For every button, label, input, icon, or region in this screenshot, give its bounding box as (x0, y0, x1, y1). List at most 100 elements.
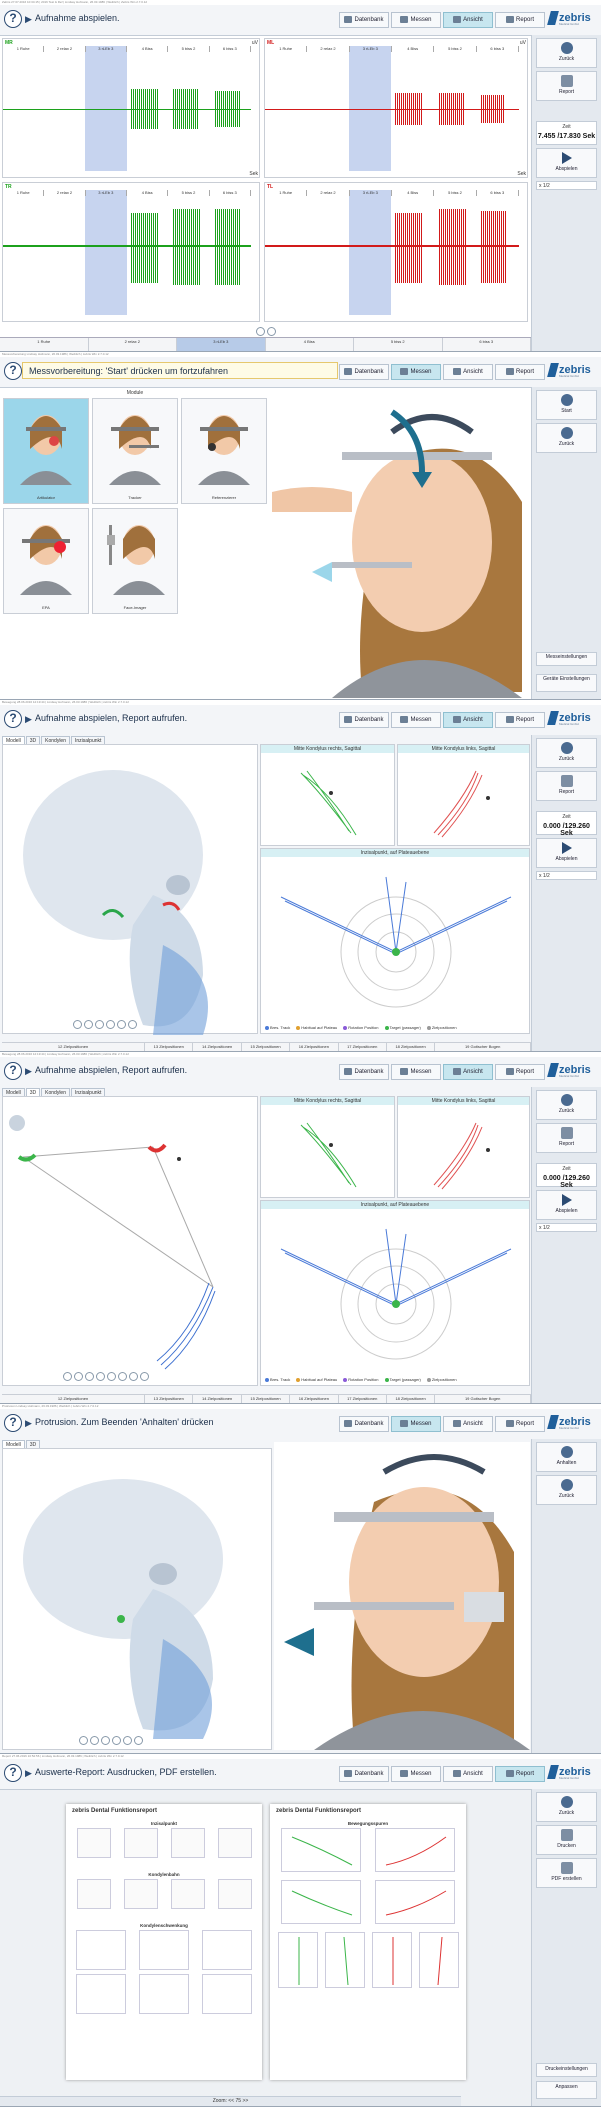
back-button[interactable]: Zurück (536, 738, 597, 768)
module-face-imager[interactable]: Face-Imager (92, 508, 178, 614)
view-top-icon[interactable] (129, 1372, 138, 1381)
speed-select[interactable]: x 1/2 (536, 181, 597, 190)
tab-datenbank[interactable]: Datenbank (339, 1416, 389, 1432)
zoom-in-icon[interactable] (63, 1372, 72, 1381)
rotate-icon[interactable] (112, 1736, 121, 1745)
timeline-segment[interactable]: 2 relax 2 (89, 338, 177, 351)
tab-datenbank[interactable]: Datenbank (339, 1064, 389, 1080)
tab-messen[interactable]: Messen (391, 364, 441, 380)
module-tracker[interactable]: Tracker (92, 398, 178, 504)
emg-burst (215, 209, 241, 285)
tab-report[interactable]: Report (495, 712, 545, 728)
timeline-segment[interactable]: 4 Biss (266, 338, 354, 351)
tab-messen[interactable]: Messen (391, 1416, 441, 1432)
device-settings-button[interactable]: Geräte Einstellungen (536, 674, 597, 692)
rotate-icon[interactable] (96, 1372, 105, 1381)
back-button[interactable]: Zurück (536, 1475, 597, 1505)
tab-messen[interactable]: Messen (391, 712, 441, 728)
timeline-segment[interactable]: 3 rLEb 3 (177, 338, 266, 351)
help-button[interactable]: ? (4, 1764, 22, 1782)
start-button[interactable]: Start (536, 390, 597, 420)
tab-ansicht[interactable]: Ansicht (443, 364, 493, 380)
view-front-icon[interactable] (117, 1020, 126, 1029)
module-referenzierer[interactable]: Referenzierer (181, 398, 267, 504)
tab-ansicht[interactable]: Ansicht (443, 1064, 493, 1080)
skull-3d-view[interactable] (2, 744, 258, 1035)
back-button[interactable]: Zurück (536, 423, 597, 453)
play-button[interactable]: Abspielen (536, 148, 597, 178)
zoom-fit-icon[interactable] (101, 1736, 110, 1745)
tab-ansicht[interactable]: Ansicht (443, 712, 493, 728)
view-side-icon[interactable] (118, 1372, 127, 1381)
stop-button[interactable]: Anhalten (536, 1442, 597, 1472)
back-button[interactable]: Zurück (536, 1792, 597, 1822)
zoom-out-icon[interactable] (84, 1020, 93, 1029)
tab-datenbank[interactable]: Datenbank (339, 1766, 389, 1782)
help-button[interactable]: ? (4, 710, 22, 728)
tab-ansicht[interactable]: Ansicht (443, 12, 493, 28)
zoom-out-icon[interactable] (74, 1372, 83, 1381)
tab-report[interactable]: Report (495, 12, 545, 28)
tab-datenbank[interactable]: Datenbank (339, 12, 389, 28)
view-icon (453, 1419, 462, 1427)
back-button[interactable]: Zurück (536, 38, 597, 68)
view-side-icon[interactable] (134, 1736, 143, 1745)
back-button[interactable]: Zurück (536, 1090, 597, 1120)
view-front-icon[interactable] (107, 1372, 116, 1381)
timeline-segment[interactable]: 5 biss 2 (354, 338, 443, 351)
tab-messen[interactable]: Messen (391, 1766, 441, 1782)
zoom-out-icon[interactable] (267, 327, 276, 336)
tab-report[interactable]: Report (495, 364, 545, 380)
chart-row (66, 1974, 262, 2014)
view-front-icon[interactable] (123, 1736, 132, 1745)
protrusion-illustration (274, 1442, 530, 1750)
zoom-in-icon[interactable] (73, 1020, 82, 1029)
zoom-in-icon[interactable] (256, 327, 265, 336)
tab-ansicht[interactable]: Ansicht (443, 1766, 493, 1782)
apply-button[interactable]: Anpassen (536, 2081, 597, 2099)
zoom-footer[interactable]: Zoom: << 75 >> (0, 2096, 461, 2106)
skull-model (23, 770, 208, 1035)
print-button[interactable]: Drucken (536, 1825, 597, 1855)
tab-messen[interactable]: Messen (391, 1064, 441, 1080)
report-button[interactable]: Report (536, 1123, 597, 1153)
help-button[interactable]: ? (4, 10, 22, 28)
zoom-fit-icon[interactable] (95, 1020, 104, 1029)
side-panel: Zurück Report Zeit 0.000 /129.260 Sek Abs… (531, 735, 601, 1051)
tab-report[interactable]: Report (495, 1064, 545, 1080)
help-button[interactable]: ? (4, 1062, 22, 1080)
pdf-button[interactable]: PDF erstellen (536, 1858, 597, 1888)
module-artikulator[interactable]: Artikulator (3, 398, 89, 504)
play-button[interactable]: Abspielen (536, 1190, 597, 1220)
timeline-segment[interactable]: 1 Ruhe (0, 338, 89, 351)
condyle-3d-view[interactable] (2, 1096, 258, 1386)
zoom-fit-icon[interactable] (85, 1372, 94, 1381)
skull-3d-view[interactable] (2, 1448, 272, 1750)
tab-ansicht[interactable]: Ansicht (443, 1416, 493, 1432)
play-button[interactable]: Abspielen (536, 838, 597, 868)
timeline-segment[interactable]: 6 biss 3 (443, 338, 531, 351)
tab-report[interactable]: Report (495, 1766, 545, 1782)
report-button[interactable]: Report (536, 71, 597, 101)
print-settings-button[interactable]: Druckeinstellungen (536, 2063, 597, 2077)
zoom-out-icon[interactable] (90, 1736, 99, 1745)
tab-report[interactable]: Report (495, 1416, 545, 1432)
tab-datenbank[interactable]: Datenbank (339, 712, 389, 728)
help-button[interactable]: ? (4, 1414, 22, 1432)
report-button[interactable]: Report (536, 771, 597, 801)
play-icon (561, 1194, 572, 1206)
help-button[interactable]: ? (4, 362, 22, 380)
zoom-in-icon[interactable] (79, 1736, 88, 1745)
rotate-icon[interactable] (106, 1020, 115, 1029)
speed-select[interactable]: x 1/2 (536, 871, 597, 880)
speed-select[interactable]: x 1/2 (536, 1223, 597, 1232)
measurement-settings-button[interactable]: Messeinstellungen (536, 652, 597, 666)
view-side-icon[interactable] (128, 1020, 137, 1029)
chart-row (270, 1932, 466, 1988)
panel-condyle-right-sagittal: Mitte Kondylus rechts, Sagittal (260, 1096, 395, 1198)
tab-messen[interactable]: Messen (391, 12, 441, 28)
tab-datenbank[interactable]: Datenbank (339, 364, 389, 380)
module-epa[interactable]: EPA (3, 508, 89, 614)
grid-icon[interactable] (140, 1372, 149, 1381)
condyle-paths-3d (9, 1115, 216, 1370)
